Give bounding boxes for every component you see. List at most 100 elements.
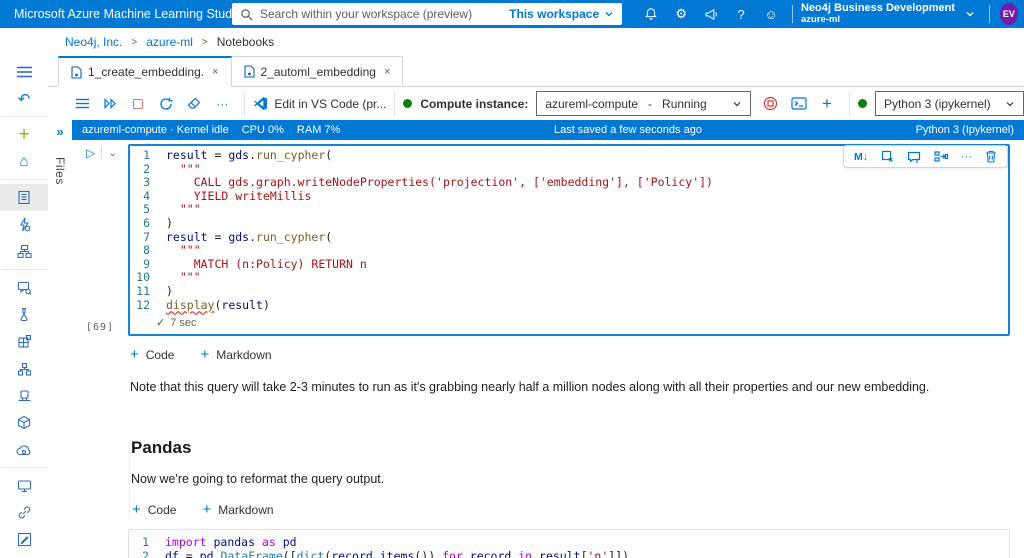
more-options-icon[interactable]: ··· — [208, 91, 236, 117]
nav-menu-icon[interactable] — [0, 58, 48, 85]
run-all-icon[interactable] — [96, 91, 124, 117]
plus-icon: + — [130, 346, 139, 364]
convert-to-markdown-icon[interactable]: M↓ — [854, 151, 868, 163]
nav-notebooks-icon[interactable] — [0, 184, 48, 211]
account-info[interactable]: Neo4j Business Development azure-ml — [801, 3, 955, 26]
nav-models-icon[interactable] — [0, 409, 48, 436]
markdown-cell-pandas[interactable]: Pandas Now we're going to reformat the q… — [129, 438, 1010, 519]
select-cell-icon[interactable] — [881, 150, 894, 163]
tab-automl-embedding[interactable]: 2_automl_embedding × — [231, 56, 404, 87]
tab-create-embedding[interactable]: 1_create_embedding. × — [58, 56, 232, 87]
notebook-content[interactable]: M↓ ··· ▷ ⌄ [69] 1 result = gds.run_cyphe… — [72, 140, 1024, 558]
file-icon — [71, 65, 82, 79]
execution-count: [69] — [86, 322, 115, 334]
nav-home-icon[interactable]: ⌂ — [0, 148, 48, 175]
nav-linked-services-icon[interactable] — [0, 499, 48, 526]
nav-compute-icon[interactable] — [0, 472, 48, 499]
stop-icon[interactable] — [124, 91, 152, 117]
run-cell-icon[interactable]: ▷ — [86, 146, 95, 160]
plus-icon: + — [200, 346, 210, 364]
plus-icon: + — [202, 501, 212, 519]
cell-code[interactable]: 1 import pandas as pd 2 df = pd.DataFrame([… — [129, 535, 1009, 558]
cpu-usage: CPU 0% — [241, 124, 284, 136]
restart-kernel-icon[interactable] — [152, 91, 180, 117]
toolbar-divider — [394, 91, 396, 116]
chevron-down-icon — [732, 99, 742, 109]
split-cell-icon[interactable] — [934, 150, 948, 163]
nav-new-icon[interactable]: + — [0, 121, 48, 148]
kernel-name: Python 3 (Ipykernel) — [915, 124, 1014, 136]
kernel-status-bar: azureml-compute · Kernel idle CPU 0% RAM… — [72, 120, 1024, 140]
workspace-search[interactable]: Search within your workspace (preview) T… — [232, 3, 623, 25]
code-cell-1: ▷ ⌄ [69] 1 result = gds.run_cypher(2 """ 3… — [72, 144, 1024, 337]
breadcrumb-org[interactable]: Neo4j, Inc. — [65, 35, 122, 49]
nav-jobs-icon[interactable] — [0, 301, 48, 328]
app-title[interactable]: Microsoft Azure Machine Learning Studio — [0, 7, 242, 21]
breadcrumb-current: Notebooks — [216, 35, 275, 49]
cell-menu-icon[interactable] — [68, 91, 96, 117]
last-saved-status: Last saved a few seconds ago — [553, 124, 702, 136]
section-text: Now we're going to reformat the query ou… — [131, 472, 385, 487]
code-cell-2: 1 import pandas as pd 2 df = pd.DataFrame([… — [72, 529, 1024, 558]
rail-divider — [0, 116, 48, 117]
add-markdown-button[interactable]: + Markdown — [200, 346, 271, 363]
markdown-cell-note[interactable]: Note that this query will take 2-3 minut… — [130, 380, 1010, 394]
add-markdown-button[interactable]: + Markdown — [202, 501, 273, 518]
nav-data-labeling-icon[interactable] — [0, 526, 48, 553]
nav-data-icon[interactable] — [0, 274, 48, 301]
settings-gear-icon[interactable]: ⚙ — [666, 0, 696, 28]
compute-instance-label: Compute instance: — [420, 96, 529, 111]
plus-icon: + — [132, 501, 141, 519]
new-compute-icon[interactable]: + — [813, 91, 841, 117]
close-icon[interactable]: × — [212, 66, 218, 78]
nav-components-icon[interactable] — [0, 328, 48, 355]
run-options-chevron-icon[interactable]: ⌄ — [108, 148, 116, 159]
stop-compute-icon[interactable] — [757, 91, 785, 117]
clear-outputs-icon[interactable] — [180, 91, 208, 117]
toolbar-divider — [849, 91, 850, 116]
cell-more-icon[interactable]: ··· — [961, 151, 972, 163]
cell-editor[interactable]: 1 result = gds.run_cypher(2 """ 3 CALL gds… — [128, 144, 1010, 337]
help-icon[interactable]: ? — [726, 0, 756, 28]
rail-divider — [0, 179, 48, 180]
terminal-icon[interactable] — [785, 91, 813, 117]
search-placeholder: Search within your workspace (preview) — [260, 7, 473, 21]
breadcrumb: Neo4j, Inc. > azure-ml > Notebooks — [0, 28, 1024, 56]
nav-designer-icon[interactable] — [0, 238, 48, 265]
add-comment-icon[interactable] — [907, 151, 921, 163]
feedback-smiley-icon[interactable]: ☺ — [756, 0, 786, 28]
files-panel-label[interactable]: Files — [53, 157, 67, 185]
announcements-icon[interactable] — [696, 0, 726, 28]
nav-environments-icon[interactable] — [0, 382, 48, 409]
breadcrumb-workspace[interactable]: azure-ml — [146, 35, 193, 49]
breadcrumb-sep2: > — [201, 36, 208, 48]
kernel-select[interactable]: Python 3 (ipykernel) — [874, 91, 1024, 116]
cell-code[interactable]: 1 result = gds.run_cypher(2 """ 3 CALL gds… — [130, 148, 1008, 312]
close-icon[interactable]: × — [384, 66, 390, 78]
edit-in-vscode-button[interactable]: Edit in VS Code (pr... — [253, 96, 386, 111]
avatar[interactable]: EV — [999, 3, 1018, 25]
delete-cell-icon[interactable] — [985, 150, 997, 163]
add-code-button[interactable]: + Code — [130, 346, 174, 363]
nav-undo-icon[interactable]: ↶ — [0, 85, 48, 112]
add-cell-bar-1: + Code + Markdown — [130, 346, 1024, 363]
cell-gutter: ▷ ⌄ [69] — [72, 144, 128, 336]
cell-status: ✓ 7 sec — [156, 316, 197, 330]
nav-automated-ml-icon[interactable] — [0, 211, 48, 238]
chevron-down-icon — [605, 12, 613, 17]
compute-instance-select[interactable]: azureml-compute - Running — [536, 91, 751, 116]
cell-editor[interactable]: 1 import pandas as pd 2 df = pd.DataFrame([… — [128, 529, 1010, 558]
account-chevron-icon[interactable] — [965, 9, 975, 19]
expand-files-icon[interactable]: » — [56, 124, 63, 139]
search-scope-dropdown[interactable]: This workspace — [509, 7, 614, 21]
notifications-icon[interactable] — [636, 0, 666, 28]
vscode-icon — [254, 96, 268, 111]
add-code-button[interactable]: + Code — [132, 501, 176, 518]
files-panel-collapsed: » Files — [48, 120, 72, 558]
compute-status-dot — [403, 99, 413, 108]
rail-divider — [0, 269, 48, 270]
nav-endpoints-icon[interactable] — [0, 436, 48, 463]
notebook-toolbar: ··· Edit in VS Code (pr... Compute insta… — [48, 87, 1024, 120]
cell-toolbar: M↓ ··· — [843, 145, 1008, 168]
nav-pipelines-icon[interactable] — [0, 355, 48, 382]
